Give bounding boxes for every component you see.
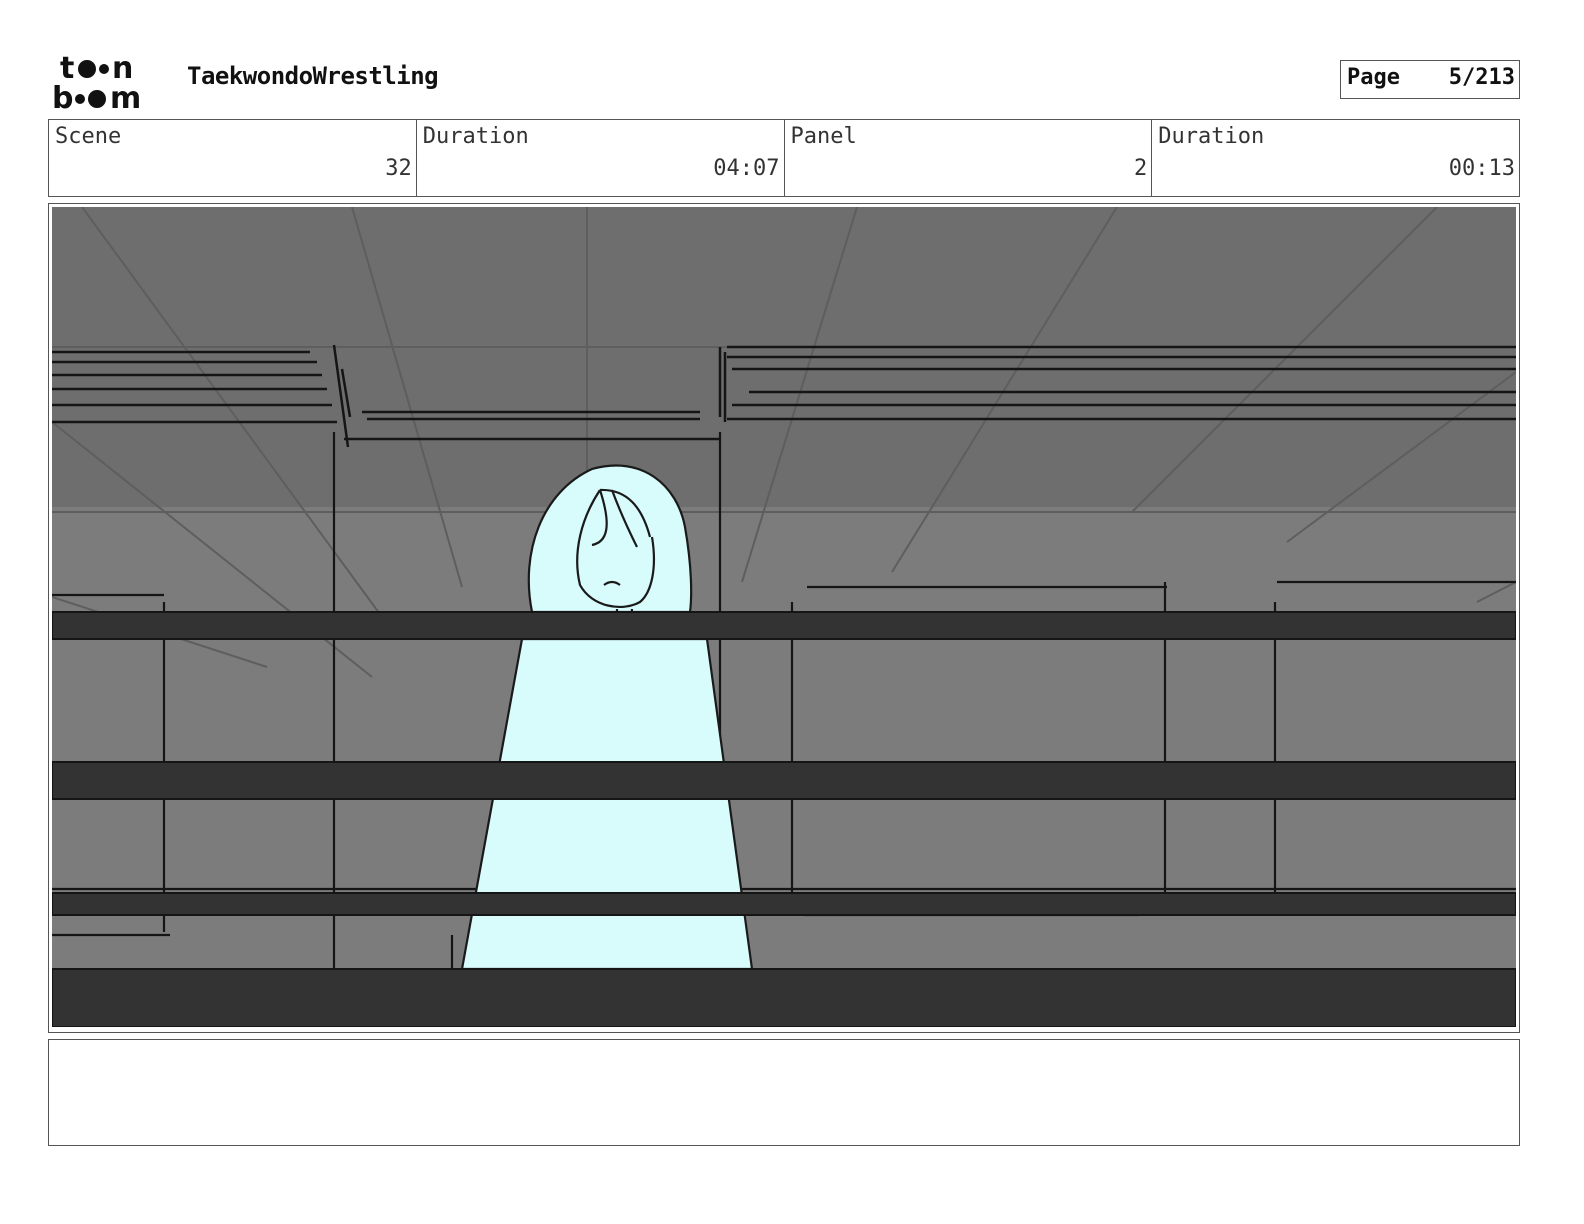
- notes-box: [48, 1039, 1520, 1146]
- panel-label: Panel: [790, 124, 857, 149]
- page-indicator: Page 5/213: [1340, 60, 1520, 99]
- page-label: Page: [1347, 65, 1400, 90]
- panel-duration-value: 00:13: [1448, 156, 1515, 181]
- storyboard-panel: [48, 203, 1520, 1033]
- scene-duration-value: 04:07: [713, 156, 780, 181]
- svg-text:b: b: [52, 81, 73, 112]
- panel-value: 2: [1134, 156, 1148, 181]
- svg-text:m: m: [110, 81, 141, 112]
- panel-duration-label: Duration: [1158, 124, 1265, 149]
- project-title: TaekwondoWrestling: [187, 62, 439, 90]
- scene-duration-label: Duration: [422, 124, 529, 149]
- page-number: 5/213: [1448, 65, 1515, 90]
- scene-duration-cell: Duration 04:07: [417, 120, 785, 196]
- panel-drawing: [52, 207, 1516, 1027]
- scene-value: 32: [385, 156, 412, 181]
- toon-boom-logo: t n b m: [52, 51, 141, 112]
- scene-cell: Scene 32: [49, 120, 417, 196]
- panel-duration-cell: Duration 00:13: [1152, 120, 1519, 196]
- scene-label: Scene: [55, 124, 122, 149]
- panel-cell: Panel 2: [785, 120, 1153, 196]
- panel-info-row: Scene 32 Duration 04:07 Panel 2 Duration…: [48, 119, 1520, 197]
